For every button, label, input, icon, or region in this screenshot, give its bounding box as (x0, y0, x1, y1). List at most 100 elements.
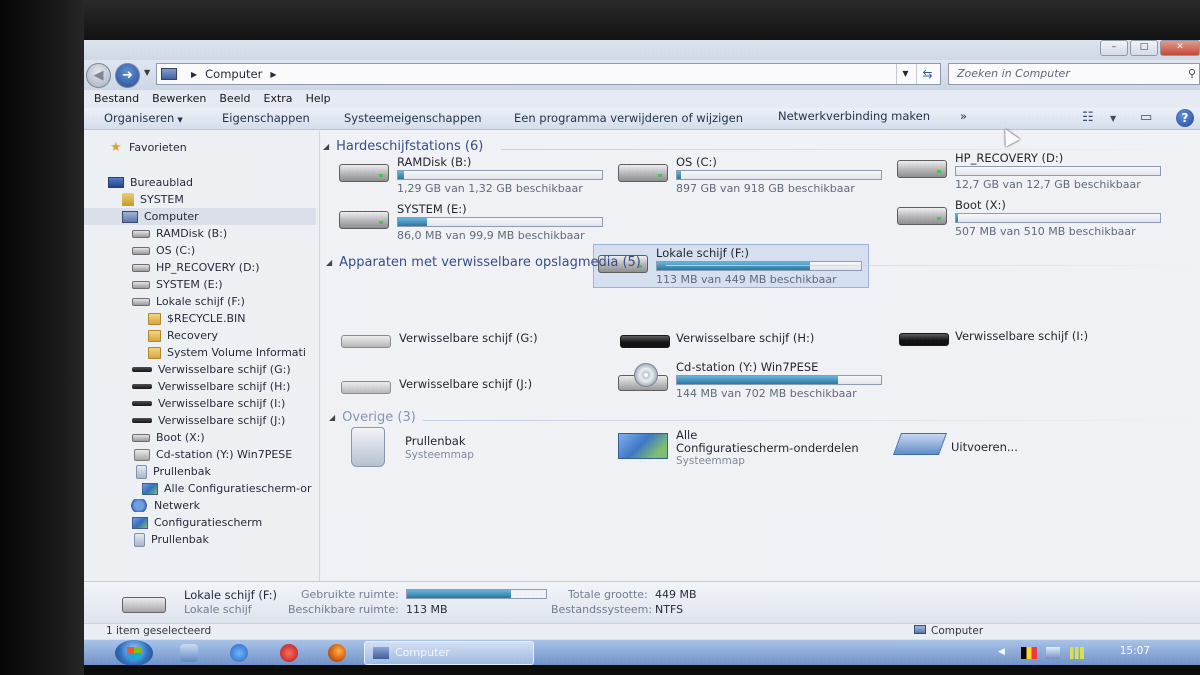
menu-help[interactable]: Help (302, 90, 340, 108)
collapse-triangle-icon[interactable]: ◢ (329, 413, 335, 422)
sidebar-item-all-control-panel[interactable]: Alle Configuratiescherm-or (142, 480, 312, 497)
drive-usage-bar (397, 170, 603, 180)
view-options-chevron-icon[interactable]: ▼ (1110, 114, 1116, 123)
sidebar-item-label: Prullenbak (153, 465, 211, 478)
windows-logo-icon (127, 647, 141, 659)
sidebar-item-control-panel[interactable]: Configuratiescherm (132, 514, 262, 531)
item-name: Prullenbak (405, 434, 466, 448)
removable-drive-icon (341, 381, 391, 394)
taskbar-explorer-window[interactable]: Computer (364, 641, 534, 665)
sidebar-item-desktop[interactable]: Bureaublad (108, 174, 193, 191)
system-properties-button[interactable]: Systeemeigenschappen (344, 111, 482, 125)
clock[interactable]: 15:07 (1120, 645, 1150, 657)
hard-drive-icon (897, 160, 947, 178)
menu-view[interactable]: Beeld (215, 90, 259, 108)
sidebar-item-drive-c[interactable]: OS (C:) (132, 242, 195, 259)
sidebar-item-drive-b[interactable]: RAMDisk (B:) (132, 225, 227, 242)
organize-button[interactable]: Organiseren ▼ (104, 111, 183, 125)
address-bar[interactable]: ▶ Computer ▶ ▼ ⇆ (156, 63, 941, 85)
hard-drive-icon (132, 297, 150, 306)
control-panel-tile[interactable]: Alle Configuratiescherm-onderdelen Syste… (600, 425, 880, 469)
sidebar-item-drive-f[interactable]: Lokale schijf (F:) (132, 293, 245, 310)
preview-pane-icon[interactable]: ▭ (1140, 110, 1152, 125)
language-flag-icon[interactable] (1021, 647, 1037, 659)
drive-usage-bar (955, 166, 1161, 176)
drive-usage-fill (398, 171, 405, 179)
forward-button[interactable]: ➜ (115, 63, 140, 88)
back-button[interactable]: ◀ (86, 63, 111, 88)
sidebar-item-drive-d[interactable]: HP_RECOVERY (D:) (132, 259, 260, 276)
sidebar-item-drive-i[interactable]: Verwisselbare schijf (I:) (132, 395, 285, 412)
sidebar-item-recycle-bin[interactable]: Prullenbak (136, 463, 211, 480)
breadcrumb-chevron-icon[interactable]: ▶ (270, 70, 276, 79)
details-type: Lokale schijf (184, 603, 252, 616)
collapse-triangle-icon[interactable]: ◢ (326, 258, 332, 267)
sidebar-item-drive-h[interactable]: Verwisselbare schijf (H:) (132, 378, 290, 395)
item-name-line2: Configuratiescherm-onderdelen (676, 441, 859, 455)
sidebar-item-drive-e[interactable]: SYSTEM (E:) (132, 276, 223, 293)
opera-icon[interactable] (280, 644, 298, 662)
drive-tile[interactable]: HP_RECOVERY (D:) 12,7 GB van 12,7 GB bes… (879, 148, 1161, 192)
run-tile[interactable]: Uitvoeren... (879, 425, 1159, 469)
drive-tile[interactable]: OS (C:) 897 GB van 918 GB beschikbaar (600, 152, 882, 196)
search-input[interactable]: Zoeken in Computer ⚲ (948, 63, 1200, 85)
status-bar: 1 item geselecteerd Computer (84, 623, 1200, 639)
removable-drive-icon (620, 335, 670, 348)
group-header-removable[interactable]: ◢ Apparaten met verwisselbare opslagmedia… (326, 255, 641, 270)
details-free-value: 113 MB (406, 603, 448, 616)
run-icon (892, 433, 948, 455)
tray-overflow-icon[interactable]: ◀ (998, 647, 1014, 659)
sidebar-item-label: Prullenbak (151, 533, 209, 546)
sidebar-item-recycle-bin-folder[interactable]: $RECYCLE.BIN (148, 310, 245, 327)
menu-tools[interactable]: Extra (260, 90, 302, 108)
more-commands-button[interactable]: » (960, 109, 967, 123)
sidebar-item-drive-x[interactable]: Boot (X:) (132, 429, 205, 446)
start-button[interactable] (115, 640, 153, 665)
search-icon[interactable]: ⚲ (1188, 64, 1196, 84)
group-header-other[interactable]: ◢ Overige (3) (329, 410, 416, 425)
drive-tile[interactable]: Boot (X:) 507 MB van 510 MB beschikbaar (879, 195, 1161, 239)
firefox-icon[interactable] (328, 644, 346, 662)
recycle-bin-tile[interactable]: Prullenbak Systeemmap (321, 425, 601, 469)
internet-explorer-icon[interactable] (230, 644, 248, 662)
sidebar-item-system-user[interactable]: SYSTEM (122, 191, 184, 208)
help-icon[interactable]: ? (1176, 109, 1194, 127)
map-network-drive-button[interactable]: Netwerkverbinding maken (778, 109, 930, 123)
cd-drive-icon (134, 448, 150, 461)
removable-drive-tile[interactable]: Verwisselbare schijf (I:) (879, 319, 1159, 363)
close-button[interactable]: ✕ (1160, 40, 1200, 56)
sidebar-item-network[interactable]: Netwerk (130, 497, 200, 514)
menu-file[interactable]: Bestand (90, 90, 148, 108)
change-view-icon[interactable]: ☷ (1082, 110, 1094, 125)
drive-tile[interactable]: SYSTEM (E:) 86,0 MB van 99,9 MB beschikb… (321, 199, 603, 243)
network-signal-icon[interactable] (1070, 647, 1084, 659)
folder-icon (148, 346, 161, 359)
address-dropdown-button[interactable]: ▼ (896, 64, 914, 84)
action-center-icon[interactable] (1046, 647, 1060, 659)
breadcrumb-chevron-icon[interactable]: ▶ (191, 70, 197, 79)
recent-pages-dropdown[interactable]: ▼ (144, 68, 150, 77)
breadcrumb-computer[interactable]: Computer (205, 67, 262, 81)
sidebar-item-drive-j[interactable]: Verwisselbare schijf (J:) (132, 412, 285, 429)
removable-drive-tile[interactable]: Verwisselbare schijf (J:) (321, 367, 601, 411)
sidebar-item-drive-g[interactable]: Verwisselbare schijf (G:) (132, 361, 291, 378)
refresh-icon[interactable]: ⇆ (916, 64, 938, 84)
sidebar-item-favorites[interactable]: ★ Favorieten (110, 139, 187, 156)
sidebar-item-computer[interactable]: Computer (84, 208, 316, 225)
sidebar-item-system-volume-folder[interactable]: System Volume Informati (148, 344, 306, 361)
maximize-button[interactable]: □ (1130, 40, 1158, 56)
collapse-triangle-icon[interactable]: ◢ (323, 142, 329, 151)
sidebar-item-recycle-bin-root[interactable]: Prullenbak (134, 531, 209, 548)
properties-button[interactable]: Eigenschappen (222, 111, 310, 125)
drive-tile[interactable]: RAMDisk (B:) 1,29 GB van 1,32 GB beschik… (321, 152, 603, 196)
cd-drive-tile[interactable]: Cd-station (Y:) Win7PESE 144 MB van 702 … (600, 357, 882, 401)
minimize-button[interactable]: – (1100, 40, 1128, 56)
uninstall-program-button[interactable]: Een programma verwijderen of wijzigen (514, 111, 743, 125)
hard-drive-icon (897, 207, 947, 225)
menu-edit[interactable]: Bewerken (148, 90, 215, 108)
removable-drive-tile[interactable]: Verwisselbare schijf (G:) (321, 321, 601, 365)
show-desktop-icon[interactable] (180, 644, 198, 662)
sidebar-item-drive-y[interactable]: Cd-station (Y:) Win7PESE (134, 446, 292, 463)
computer-icon (122, 210, 138, 223)
sidebar-item-recovery-folder[interactable]: Recovery (148, 327, 218, 344)
